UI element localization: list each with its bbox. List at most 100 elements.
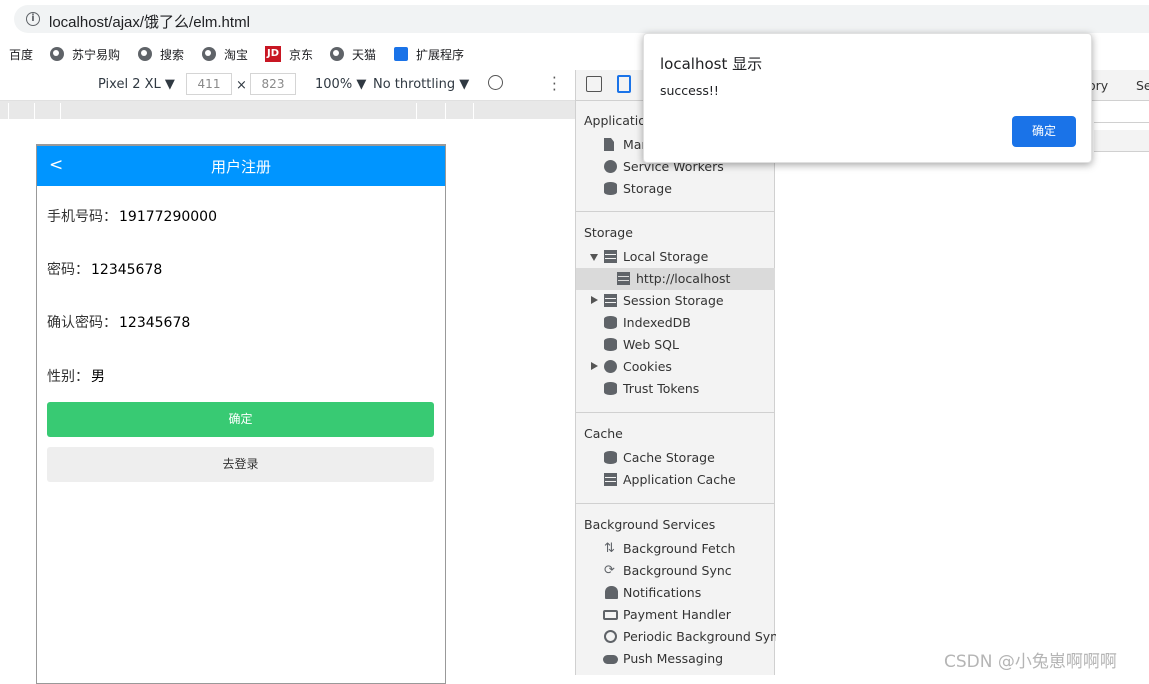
width-input[interactable]: 411 [186, 73, 232, 95]
card-icon [603, 610, 618, 620]
tree-item-indexeddb[interactable]: IndexedDB [576, 312, 775, 334]
tree-item-localhost[interactable]: http://localhost [576, 268, 775, 290]
ruler-tick [445, 103, 446, 119]
phone-field[interactable]: 手机号码： 19177290000 [47, 206, 217, 226]
phone-screen: < 用户注册 手机号码： 19177290000 密码： 12345678 确认密码… [36, 144, 446, 684]
ruler-tick [8, 103, 9, 119]
rotate-icon[interactable] [488, 75, 503, 90]
watermark: CSDN @小兔崽啊啊啊 [944, 652, 1117, 672]
field-value[interactable]: 12345678 [91, 262, 162, 278]
dialog-ok-button[interactable]: 确定 [1012, 116, 1076, 147]
expand-arrow-icon[interactable] [590, 254, 598, 261]
tree-item-trust-tokens[interactable]: Trust Tokens [576, 378, 775, 400]
bookmark-suning[interactable]: 苏宁易购 [50, 44, 120, 64]
sync-icon: ⟳ [604, 563, 615, 578]
globe-icon [138, 47, 152, 61]
device-name: Pixel 2 XL [98, 77, 161, 92]
section-title-storage: Storage [584, 225, 633, 240]
device-select[interactable]: Pixel 2 XL ▼ [98, 77, 175, 92]
confirm-button[interactable]: 确定 [47, 402, 434, 437]
tree-item-local-storage[interactable]: Local Storage [576, 246, 775, 268]
tree-item-background-sync[interactable]: ⟳ Background Sync [576, 560, 775, 582]
app-header: < 用户注册 [37, 146, 445, 186]
field-label: 性别： [47, 369, 89, 385]
bell-icon [605, 586, 618, 599]
tree-item-periodic-background-sync[interactable]: Periodic Background Sync [576, 626, 785, 648]
url-text[interactable]: localhost/ajax/饿了么/elm.html [49, 11, 250, 32]
more-options-icon[interactable]: · · · [552, 71, 557, 98]
field-value[interactable]: 男 [91, 369, 105, 385]
tree-label: Storage [623, 181, 672, 196]
bookmark-tmall[interactable]: 天猫 [330, 44, 376, 64]
database-icon [604, 451, 617, 464]
zoom-select[interactable]: 100% ▼ [315, 77, 366, 92]
tree-item-cookies[interactable]: Cookies [576, 356, 775, 378]
bookmark-label: 天猫 [352, 47, 377, 62]
divider [576, 503, 775, 504]
tab-security[interactable]: Se [1136, 78, 1149, 93]
tree-item-background-fetch[interactable]: ⇅ Background Fetch [576, 538, 775, 560]
database-icon [604, 182, 617, 195]
confirm-password-field[interactable]: 确认密码： 12345678 [47, 312, 190, 332]
site-info-icon[interactable]: i [26, 12, 40, 26]
bookmark-label: 苏宁易购 [72, 47, 121, 62]
tree-label: Push Messaging [623, 651, 724, 666]
tree-item-application-cache[interactable]: Application Cache [576, 469, 775, 491]
omnibox[interactable]: i localhost/ajax/饿了么/elm.html [14, 5, 1149, 33]
cloud-icon [603, 655, 618, 664]
bookmark-taobao[interactable]: 淘宝 [202, 44, 248, 64]
grid-icon [617, 272, 630, 285]
field-value[interactable]: 19177290000 [119, 209, 217, 225]
height-input[interactable]: 823 [250, 73, 296, 95]
page-title: 用户注册 [210, 158, 271, 176]
tree-label: Local Storage [623, 249, 709, 264]
throttle-select[interactable]: No throttling ▼ [373, 77, 469, 92]
tree-item-storage[interactable]: Storage [576, 178, 775, 200]
times-sign: × [236, 78, 247, 93]
tree-label: Application Cache [623, 472, 736, 487]
bookmark-label: 扩展程序 [416, 47, 465, 62]
tree-label: Cache Storage [623, 450, 715, 465]
ruler-tick [473, 103, 474, 119]
inspect-element-icon[interactable] [586, 76, 602, 92]
jd-logo-icon: JD [265, 46, 281, 62]
bookmark-search[interactable]: 搜索 [138, 44, 184, 64]
gear-icon [604, 160, 617, 173]
ruler-tick [34, 103, 35, 119]
tree-item-cache-storage[interactable]: Cache Storage [576, 447, 775, 469]
expand-arrow-icon[interactable] [591, 362, 598, 370]
bookmark-label: 百度 [9, 47, 34, 62]
dialog-title: localhost 显示 [660, 55, 763, 73]
field-value[interactable]: 12345678 [119, 315, 190, 331]
expand-arrow-icon[interactable] [591, 296, 598, 304]
tree-item-notifications[interactable]: Notifications [576, 582, 775, 604]
tree-item-push-messaging[interactable]: Push Messaging [576, 648, 775, 670]
device-toggle-icon[interactable] [617, 75, 631, 93]
application-sidebar: Applicatio Mar Service Workers Storage S… [576, 101, 785, 675]
tree-item-web-sql[interactable]: Web SQL [576, 334, 775, 356]
throttle-value: No throttling [373, 77, 456, 92]
puzzle-icon [394, 47, 408, 61]
alert-dialog: localhost 显示 success!! 确定 [643, 33, 1092, 163]
password-field[interactable]: 密码： 12345678 [47, 259, 162, 279]
bookmark-extensions[interactable]: 扩展程序 [394, 44, 464, 64]
tree-label: Background Fetch [623, 541, 736, 556]
tree-item-session-storage[interactable]: Session Storage [576, 290, 775, 312]
tree-label: Trust Tokens [623, 381, 700, 396]
tree-label: Cookies [623, 359, 672, 374]
go-login-button[interactable]: 去登录 [47, 447, 434, 482]
bookmark-baidu[interactable]: 百度 [9, 44, 33, 64]
grid-icon [604, 473, 617, 486]
dropdown-arrow-icon: ▼ [459, 77, 470, 92]
tree-label: Web SQL [623, 337, 679, 352]
grid-icon [604, 294, 617, 307]
gender-field[interactable]: 性别：男 [47, 366, 105, 386]
globe-icon [50, 47, 64, 61]
tree-item-payment-handler[interactable]: Payment Handler [576, 604, 775, 626]
database-icon [604, 382, 617, 395]
field-label: 手机号码： [47, 209, 117, 225]
storage-content-pane [776, 101, 1149, 675]
dialog-message: success!! [660, 83, 719, 98]
bookmark-jd[interactable]: JD 京东 [265, 44, 313, 64]
bookmark-label: 京东 [289, 47, 314, 62]
